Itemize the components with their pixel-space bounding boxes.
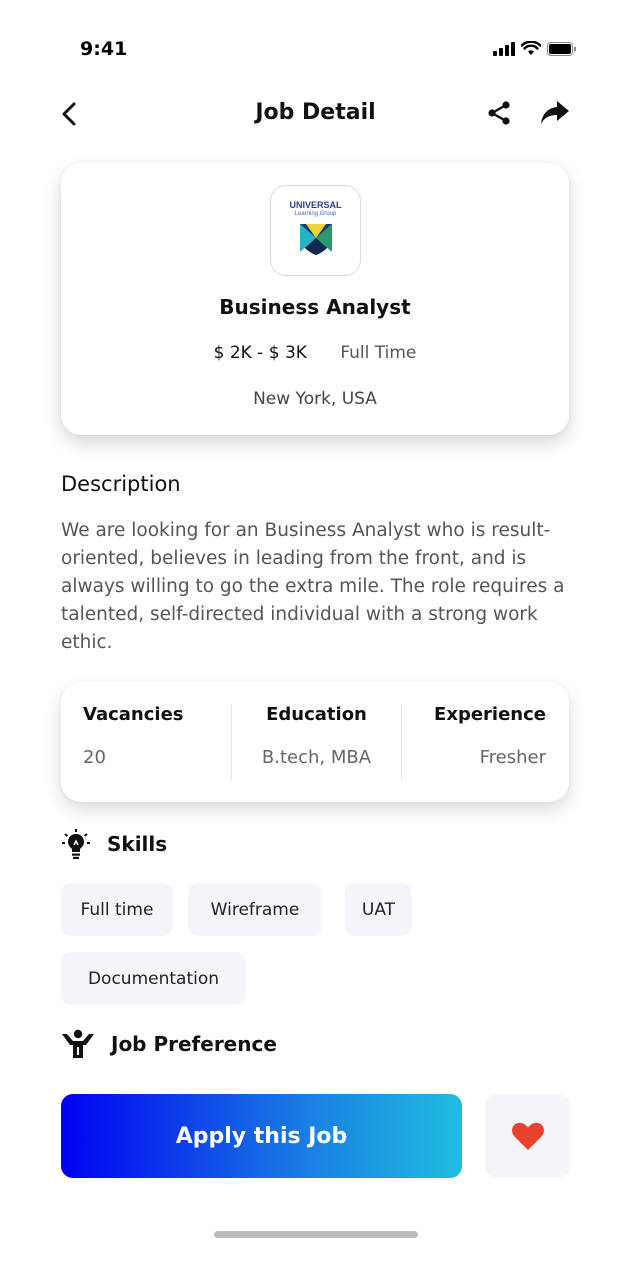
shield-logo-icon	[299, 224, 332, 255]
skill-chip[interactable]: Documentation	[61, 952, 246, 1005]
logo-subtext: Learning Group	[294, 211, 337, 217]
info-label: Education	[266, 704, 367, 725]
job-preference-header[interactable]: Job Preference	[61, 1026, 277, 1062]
description-title: Description	[61, 472, 181, 496]
apply-job-button[interactable]: Apply this Job	[61, 1094, 462, 1178]
info-value: 20	[83, 747, 106, 768]
nav-bar: Job Detail	[0, 92, 631, 136]
job-location: New York, USA	[253, 389, 377, 409]
signal-icon	[493, 41, 515, 56]
status-bar: 9:41	[0, 0, 631, 100]
description-text: We are looking for an Business Analyst w…	[61, 520, 565, 653]
forward-arrow-icon	[541, 101, 569, 124]
job-type: Full Time	[340, 343, 417, 363]
job-meta: $ 2K - $ 3K Full Time	[61, 343, 569, 363]
status-icons	[493, 41, 577, 56]
info-value: Fresher	[479, 747, 546, 768]
job-preference-title: Job Preference	[111, 1032, 277, 1056]
job-title: Business Analyst	[219, 295, 411, 319]
forward-button[interactable]	[538, 99, 572, 127]
info-label: Experience	[434, 704, 546, 725]
favorite-button[interactable]	[485, 1094, 570, 1178]
battery-icon	[547, 41, 576, 56]
wifi-icon	[521, 41, 541, 55]
skills-title: Skills	[107, 832, 168, 856]
skill-chip[interactable]: Full time	[61, 883, 173, 936]
skill-chip[interactable]: UAT	[345, 883, 412, 936]
status-time: 9:41	[80, 38, 128, 60]
info-value: B.tech, MBA	[261, 747, 372, 768]
skill-chip[interactable]: Wireframe	[188, 883, 322, 936]
company-logo: UNIVERSAL Learning Group	[270, 185, 361, 276]
job-info-card: Vacancies 20 Education B.tech, MBA Exper…	[61, 682, 569, 802]
home-indicator	[214, 1231, 418, 1238]
person-icon	[62, 1029, 94, 1058]
info-label: Vacancies	[83, 704, 184, 725]
info-education: Education B.tech, MBA	[231, 704, 401, 780]
job-salary: $ 2K - $ 3K	[213, 343, 307, 363]
logo-text: UNIVERSAL	[289, 200, 342, 210]
share-icon	[488, 101, 510, 125]
page-title: Job Detail	[255, 100, 376, 125]
share-button[interactable]	[486, 100, 512, 126]
heart-icon	[511, 1122, 544, 1150]
job-summary-card: UNIVERSAL Learning Group Business Analys…	[61, 163, 569, 435]
skills-header: Skills	[61, 826, 167, 862]
info-experience: Experience Fresher	[401, 704, 546, 780]
lightbulb-icon	[62, 829, 90, 859]
info-vacancies: Vacancies 20	[83, 704, 233, 780]
